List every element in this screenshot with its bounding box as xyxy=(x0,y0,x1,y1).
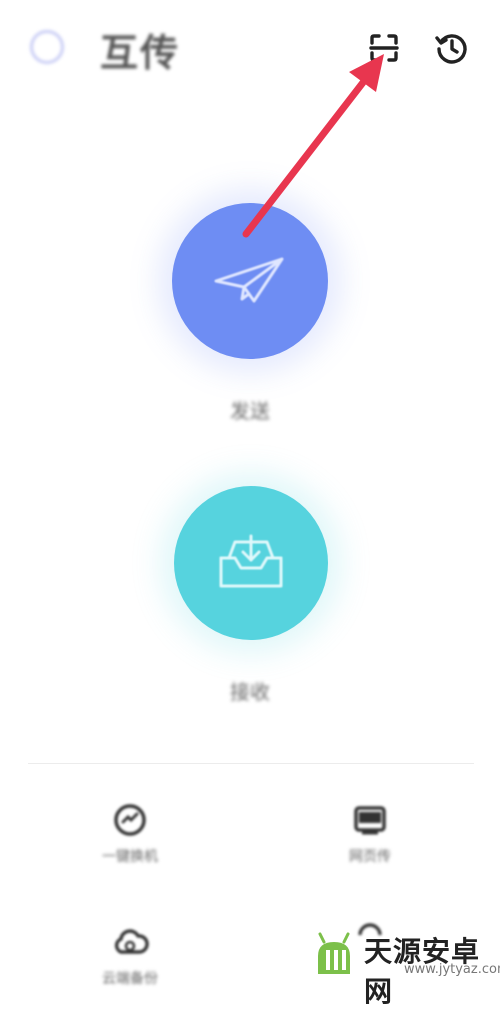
phone-clone-icon xyxy=(114,804,146,836)
history-icon xyxy=(435,34,467,64)
tool-label: 云端备份 xyxy=(102,971,158,987)
tool-label: 网页传 xyxy=(349,849,391,865)
send-label: 发送 xyxy=(230,399,270,423)
section-divider xyxy=(28,763,474,764)
scan-button[interactable] xyxy=(364,28,404,68)
page-title: 互传 xyxy=(100,31,181,75)
android-logo-icon xyxy=(318,932,350,974)
avatar[interactable] xyxy=(30,30,64,64)
tool-phone-clone[interactable]: 一键换机 xyxy=(70,800,190,866)
history-button[interactable] xyxy=(432,28,472,68)
tool-cloud-backup[interactable]: 云端备份 xyxy=(70,922,190,988)
app-header: 互传 xyxy=(0,0,500,100)
receive-button[interactable] xyxy=(174,486,328,640)
tool-label: 一键换机 xyxy=(102,849,158,865)
receive-label: 接收 xyxy=(230,680,270,704)
watermark: 天源安卓网 www.jytyaz.com xyxy=(300,926,500,1008)
web-transfer-icon xyxy=(354,806,386,835)
watermark-url: www.jytyaz.com xyxy=(404,962,500,977)
paper-plane-icon xyxy=(214,257,284,303)
scan-icon xyxy=(369,34,399,62)
inbox-download-icon xyxy=(219,534,283,588)
tool-web-transfer[interactable]: 网页传 xyxy=(310,800,430,866)
cloud-backup-icon xyxy=(114,929,149,954)
send-button[interactable] xyxy=(172,203,328,359)
